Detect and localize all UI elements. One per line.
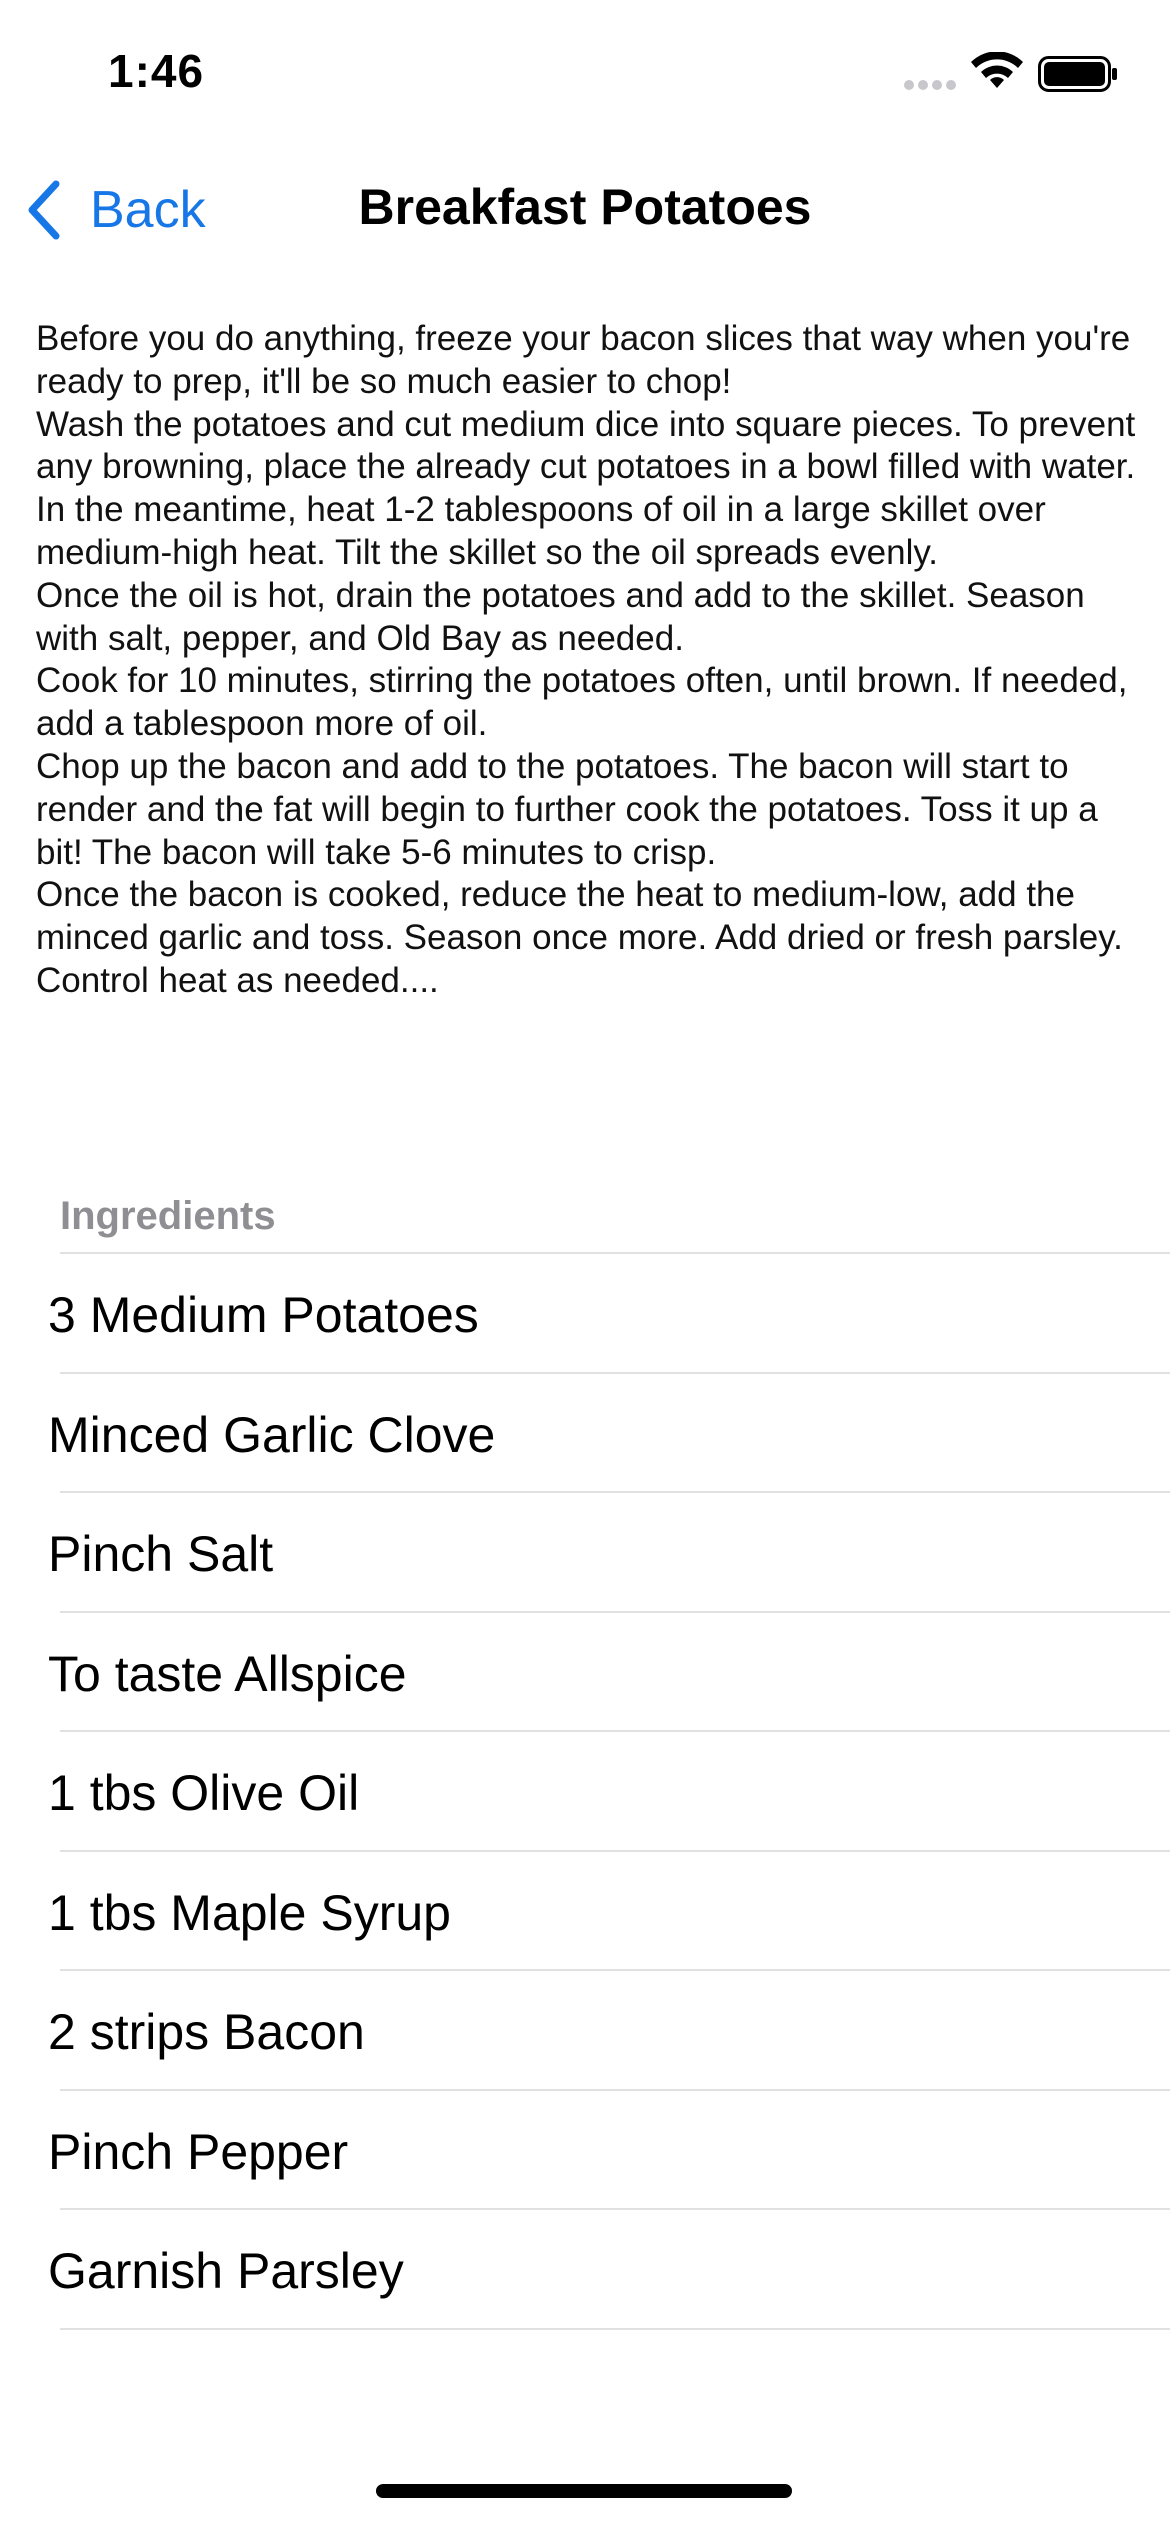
ingredient-label: 1 tbs Maple Syrup (48, 1884, 451, 1941)
ingredient-label: 1 tbs Olive Oil (48, 1765, 360, 1821)
ingredient-label: 2 strips Bacon (48, 2004, 365, 2060)
nav-title-wrap: Breakfast Potatoes (0, 178, 1170, 236)
wifi-icon (971, 52, 1023, 88)
ingredient-label: Garnish Parsley (48, 2243, 404, 2299)
ingredient-label: To taste Allspice (48, 1645, 407, 1702)
list-item: 3 Medium Potatoes (48, 1252, 1170, 1372)
list-item: 1 tbs Olive Oil (48, 1730, 1170, 1850)
list-item: Pinch Salt (48, 1491, 1170, 1611)
ingredients-list: 3 Medium Potatoes Minced Garlic Clove Pi… (0, 1252, 1170, 2330)
battery-icon (1038, 56, 1117, 92)
ingredient-label: Pinch Pepper (48, 2123, 349, 2180)
navigation-bar: Back Breakfast Potatoes (0, 150, 1170, 270)
ingredients-section-header: Ingredients (60, 1194, 276, 1238)
list-item: 2 strips Bacon (48, 1969, 1170, 2089)
page-title: Breakfast Potatoes (358, 179, 812, 235)
list-item: Garnish Parsley (48, 2208, 1170, 2330)
status-time: 1:46 (108, 45, 205, 97)
list-item: 1 tbs Maple Syrup (48, 1849, 1170, 1970)
status-bar: 1:46 (0, 0, 1170, 150)
cellular-signal-icon (904, 80, 956, 90)
list-item: Pinch Pepper (48, 2088, 1170, 2209)
ingredient-label: Pinch Salt (48, 1526, 274, 1582)
home-indicator[interactable] (376, 2484, 792, 2498)
ingredient-label: 3 Medium Potatoes (48, 1287, 479, 1343)
list-item: Minced Garlic Clove (48, 1371, 1170, 1492)
ingredient-label: Minced Garlic Clove (48, 1406, 496, 1463)
recipe-instructions: Before you do anything, freeze your baco… (36, 319, 1136, 1000)
list-item: To taste Allspice (48, 1610, 1170, 1731)
